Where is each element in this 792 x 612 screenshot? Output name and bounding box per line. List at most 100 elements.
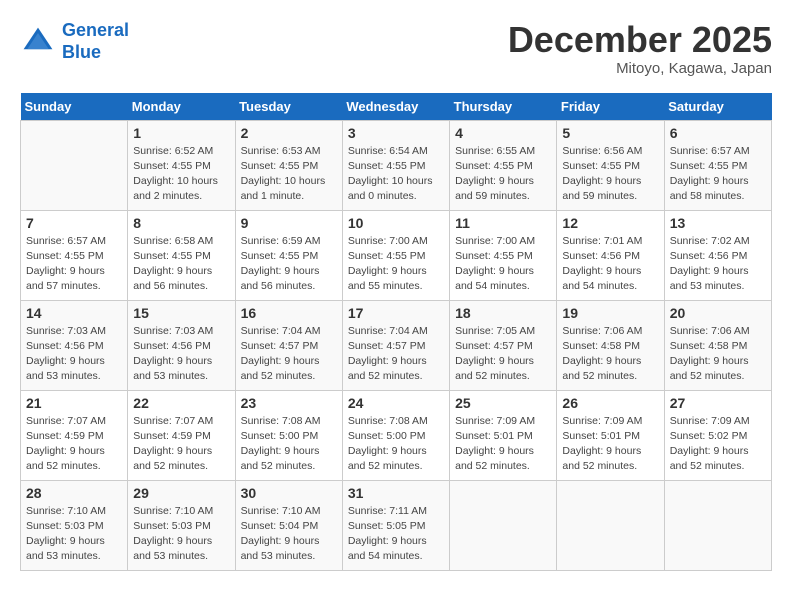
day-info: Sunrise: 7:10 AMSunset: 5:03 PMDaylight:… — [26, 504, 122, 565]
day-number: 10 — [348, 215, 444, 231]
day-number: 24 — [348, 395, 444, 411]
day-number: 19 — [562, 305, 658, 321]
calendar-cell: 1 Sunrise: 6:52 AMSunset: 4:55 PMDaylight… — [128, 120, 235, 210]
calendar-week-row: 14 Sunrise: 7:03 AMSunset: 4:56 PMDayligh… — [21, 300, 772, 390]
calendar-cell: 27Sunrise: 7:09 AMSunset: 5:02 PMDayligh… — [664, 390, 771, 480]
calendar-cell — [664, 480, 771, 570]
day-number: 13 — [670, 215, 766, 231]
day-number: 23 — [241, 395, 337, 411]
day-number: 14 — [26, 305, 122, 321]
day-info: Sunrise: 7:00 AMSunset: 4:55 PMDaylight:… — [455, 234, 551, 295]
weekday-row: SundayMondayTuesdayWednesdayThursdayFrid… — [21, 93, 772, 121]
calendar-cell: 16 Sunrise: 7:04 AMSunset: 4:57 PMDayligh… — [235, 300, 342, 390]
location: Mitoyo, Kagawa, Japan — [508, 60, 772, 77]
day-number: 6 — [670, 125, 766, 141]
day-info: Sunrise: 7:09 AMSunset: 5:01 PMDaylight:… — [455, 414, 551, 475]
day-info: Sunrise: 6:58 AMSunset: 4:55 PMDaylight:… — [133, 234, 229, 295]
calendar-week-row: 1 Sunrise: 6:52 AMSunset: 4:55 PMDaylight… — [21, 120, 772, 210]
day-info: Sunrise: 7:08 AMSunset: 5:00 PMDaylight:… — [348, 414, 444, 475]
day-info: Sunrise: 6:59 AMSunset: 4:55 PMDaylight:… — [241, 234, 337, 295]
day-number: 15 — [133, 305, 229, 321]
calendar-cell: 6 Sunrise: 6:57 AMSunset: 4:55 PMDaylight… — [664, 120, 771, 210]
day-number: 31 — [348, 485, 444, 501]
calendar-cell: 28 Sunrise: 7:10 AMSunset: 5:03 PMDayligh… — [21, 480, 128, 570]
weekday-header: Thursday — [450, 93, 557, 121]
calendar-cell — [450, 480, 557, 570]
day-info: Sunrise: 7:09 AMSunset: 5:02 PMDaylight:… — [670, 414, 766, 475]
calendar-cell: 17 Sunrise: 7:04 AMSunset: 4:57 PMDayligh… — [342, 300, 449, 390]
calendar-cell — [21, 120, 128, 210]
calendar-table: SundayMondayTuesdayWednesdayThursdayFrid… — [20, 93, 772, 571]
day-number: 28 — [26, 485, 122, 501]
calendar-cell: 22Sunrise: 7:07 AMSunset: 4:59 PMDayligh… — [128, 390, 235, 480]
calendar-cell: 25 Sunrise: 7:09 AMSunset: 5:01 PMDayligh… — [450, 390, 557, 480]
day-number: 11 — [455, 215, 551, 231]
calendar-cell: 10 Sunrise: 7:00 AMSunset: 4:55 PMDayligh… — [342, 210, 449, 300]
weekday-header: Friday — [557, 93, 664, 121]
logo-line1: General — [62, 20, 129, 40]
calendar-cell: 2Sunrise: 6:53 AMSunset: 4:55 PMDaylight… — [235, 120, 342, 210]
day-info: Sunrise: 7:10 AMSunset: 5:04 PMDaylight:… — [241, 504, 337, 565]
day-info: Sunrise: 7:01 AMSunset: 4:56 PMDaylight:… — [562, 234, 658, 295]
day-info: Sunrise: 7:10 AMSunset: 5:03 PMDaylight:… — [133, 504, 229, 565]
day-number: 17 — [348, 305, 444, 321]
day-info: Sunrise: 7:03 AMSunset: 4:56 PMDaylight:… — [26, 324, 122, 385]
day-info: Sunrise: 6:57 AMSunset: 4:55 PMDaylight:… — [670, 144, 766, 205]
day-number: 8 — [133, 215, 229, 231]
calendar-cell: 29 Sunrise: 7:10 AMSunset: 5:03 PMDayligh… — [128, 480, 235, 570]
calendar-week-row: 28 Sunrise: 7:10 AMSunset: 5:03 PMDayligh… — [21, 480, 772, 570]
day-info: Sunrise: 7:11 AMSunset: 5:05 PMDaylight:… — [348, 504, 444, 565]
day-number: 29 — [133, 485, 229, 501]
day-info: Sunrise: 6:55 AMSunset: 4:55 PMDaylight:… — [455, 144, 551, 205]
calendar-header: SundayMondayTuesdayWednesdayThursdayFrid… — [21, 93, 772, 121]
calendar-cell: 13 Sunrise: 7:02 AMSunset: 4:56 PMDayligh… — [664, 210, 771, 300]
day-number: 1 — [133, 125, 229, 141]
day-info: Sunrise: 7:07 AMSunset: 4:59 PMDaylight:… — [133, 414, 229, 475]
weekday-header: Wednesday — [342, 93, 449, 121]
day-number: 9 — [241, 215, 337, 231]
day-info: Sunrise: 7:06 AMSunset: 4:58 PMDaylight:… — [670, 324, 766, 385]
day-info: Sunrise: 7:06 AMSunset: 4:58 PMDaylight:… — [562, 324, 658, 385]
day-number: 25 — [455, 395, 551, 411]
day-info: Sunrise: 7:00 AMSunset: 4:55 PMDaylight:… — [348, 234, 444, 295]
day-number: 3 — [348, 125, 444, 141]
day-number: 26 — [562, 395, 658, 411]
day-info: Sunrise: 7:03 AMSunset: 4:56 PMDaylight:… — [133, 324, 229, 385]
weekday-header: Tuesday — [235, 93, 342, 121]
day-info: Sunrise: 6:57 AMSunset: 4:55 PMDaylight:… — [26, 234, 122, 295]
day-info: Sunrise: 7:04 AMSunset: 4:57 PMDaylight:… — [241, 324, 337, 385]
day-info: Sunrise: 7:09 AMSunset: 5:01 PMDaylight:… — [562, 414, 658, 475]
calendar-cell: 20Sunrise: 7:06 AMSunset: 4:58 PMDayligh… — [664, 300, 771, 390]
day-number: 21 — [26, 395, 122, 411]
day-number: 5 — [562, 125, 658, 141]
calendar-cell: 15 Sunrise: 7:03 AMSunset: 4:56 PMDayligh… — [128, 300, 235, 390]
calendar-week-row: 7 Sunrise: 6:57 AMSunset: 4:55 PMDaylight… — [21, 210, 772, 300]
logo: General Blue — [20, 20, 129, 63]
calendar-cell: 3Sunrise: 6:54 AMSunset: 4:55 PMDaylight… — [342, 120, 449, 210]
day-info: Sunrise: 7:02 AMSunset: 4:56 PMDaylight:… — [670, 234, 766, 295]
day-number: 4 — [455, 125, 551, 141]
day-info: Sunrise: 7:08 AMSunset: 5:00 PMDaylight:… — [241, 414, 337, 475]
day-number: 7 — [26, 215, 122, 231]
calendar-cell: 24 Sunrise: 7:08 AMSunset: 5:00 PMDayligh… — [342, 390, 449, 480]
calendar-cell — [557, 480, 664, 570]
day-number: 16 — [241, 305, 337, 321]
logo-icon — [20, 24, 56, 60]
logo-text: General Blue — [62, 20, 129, 63]
calendar-cell: 11 Sunrise: 7:00 AMSunset: 4:55 PMDayligh… — [450, 210, 557, 300]
day-number: 12 — [562, 215, 658, 231]
calendar-cell: 14 Sunrise: 7:03 AMSunset: 4:56 PMDayligh… — [21, 300, 128, 390]
calendar-cell: 30Sunrise: 7:10 AMSunset: 5:04 PMDayligh… — [235, 480, 342, 570]
day-info: Sunrise: 7:04 AMSunset: 4:57 PMDaylight:… — [348, 324, 444, 385]
logo-line2: Blue — [62, 42, 101, 62]
calendar-cell: 31 Sunrise: 7:11 AMSunset: 5:05 PMDayligh… — [342, 480, 449, 570]
day-info: Sunrise: 7:07 AMSunset: 4:59 PMDaylight:… — [26, 414, 122, 475]
day-info: Sunrise: 6:52 AMSunset: 4:55 PMDaylight:… — [133, 144, 229, 205]
calendar-cell: 23 Sunrise: 7:08 AMSunset: 5:00 PMDayligh… — [235, 390, 342, 480]
day-info: Sunrise: 6:53 AMSunset: 4:55 PMDaylight:… — [241, 144, 337, 205]
page-header: General Blue December 2025 Mitoyo, Kagaw… — [20, 20, 772, 77]
title-block: December 2025 Mitoyo, Kagawa, Japan — [508, 20, 772, 77]
day-number: 18 — [455, 305, 551, 321]
weekday-header: Saturday — [664, 93, 771, 121]
calendar-cell: 9 Sunrise: 6:59 AMSunset: 4:55 PMDaylight… — [235, 210, 342, 300]
